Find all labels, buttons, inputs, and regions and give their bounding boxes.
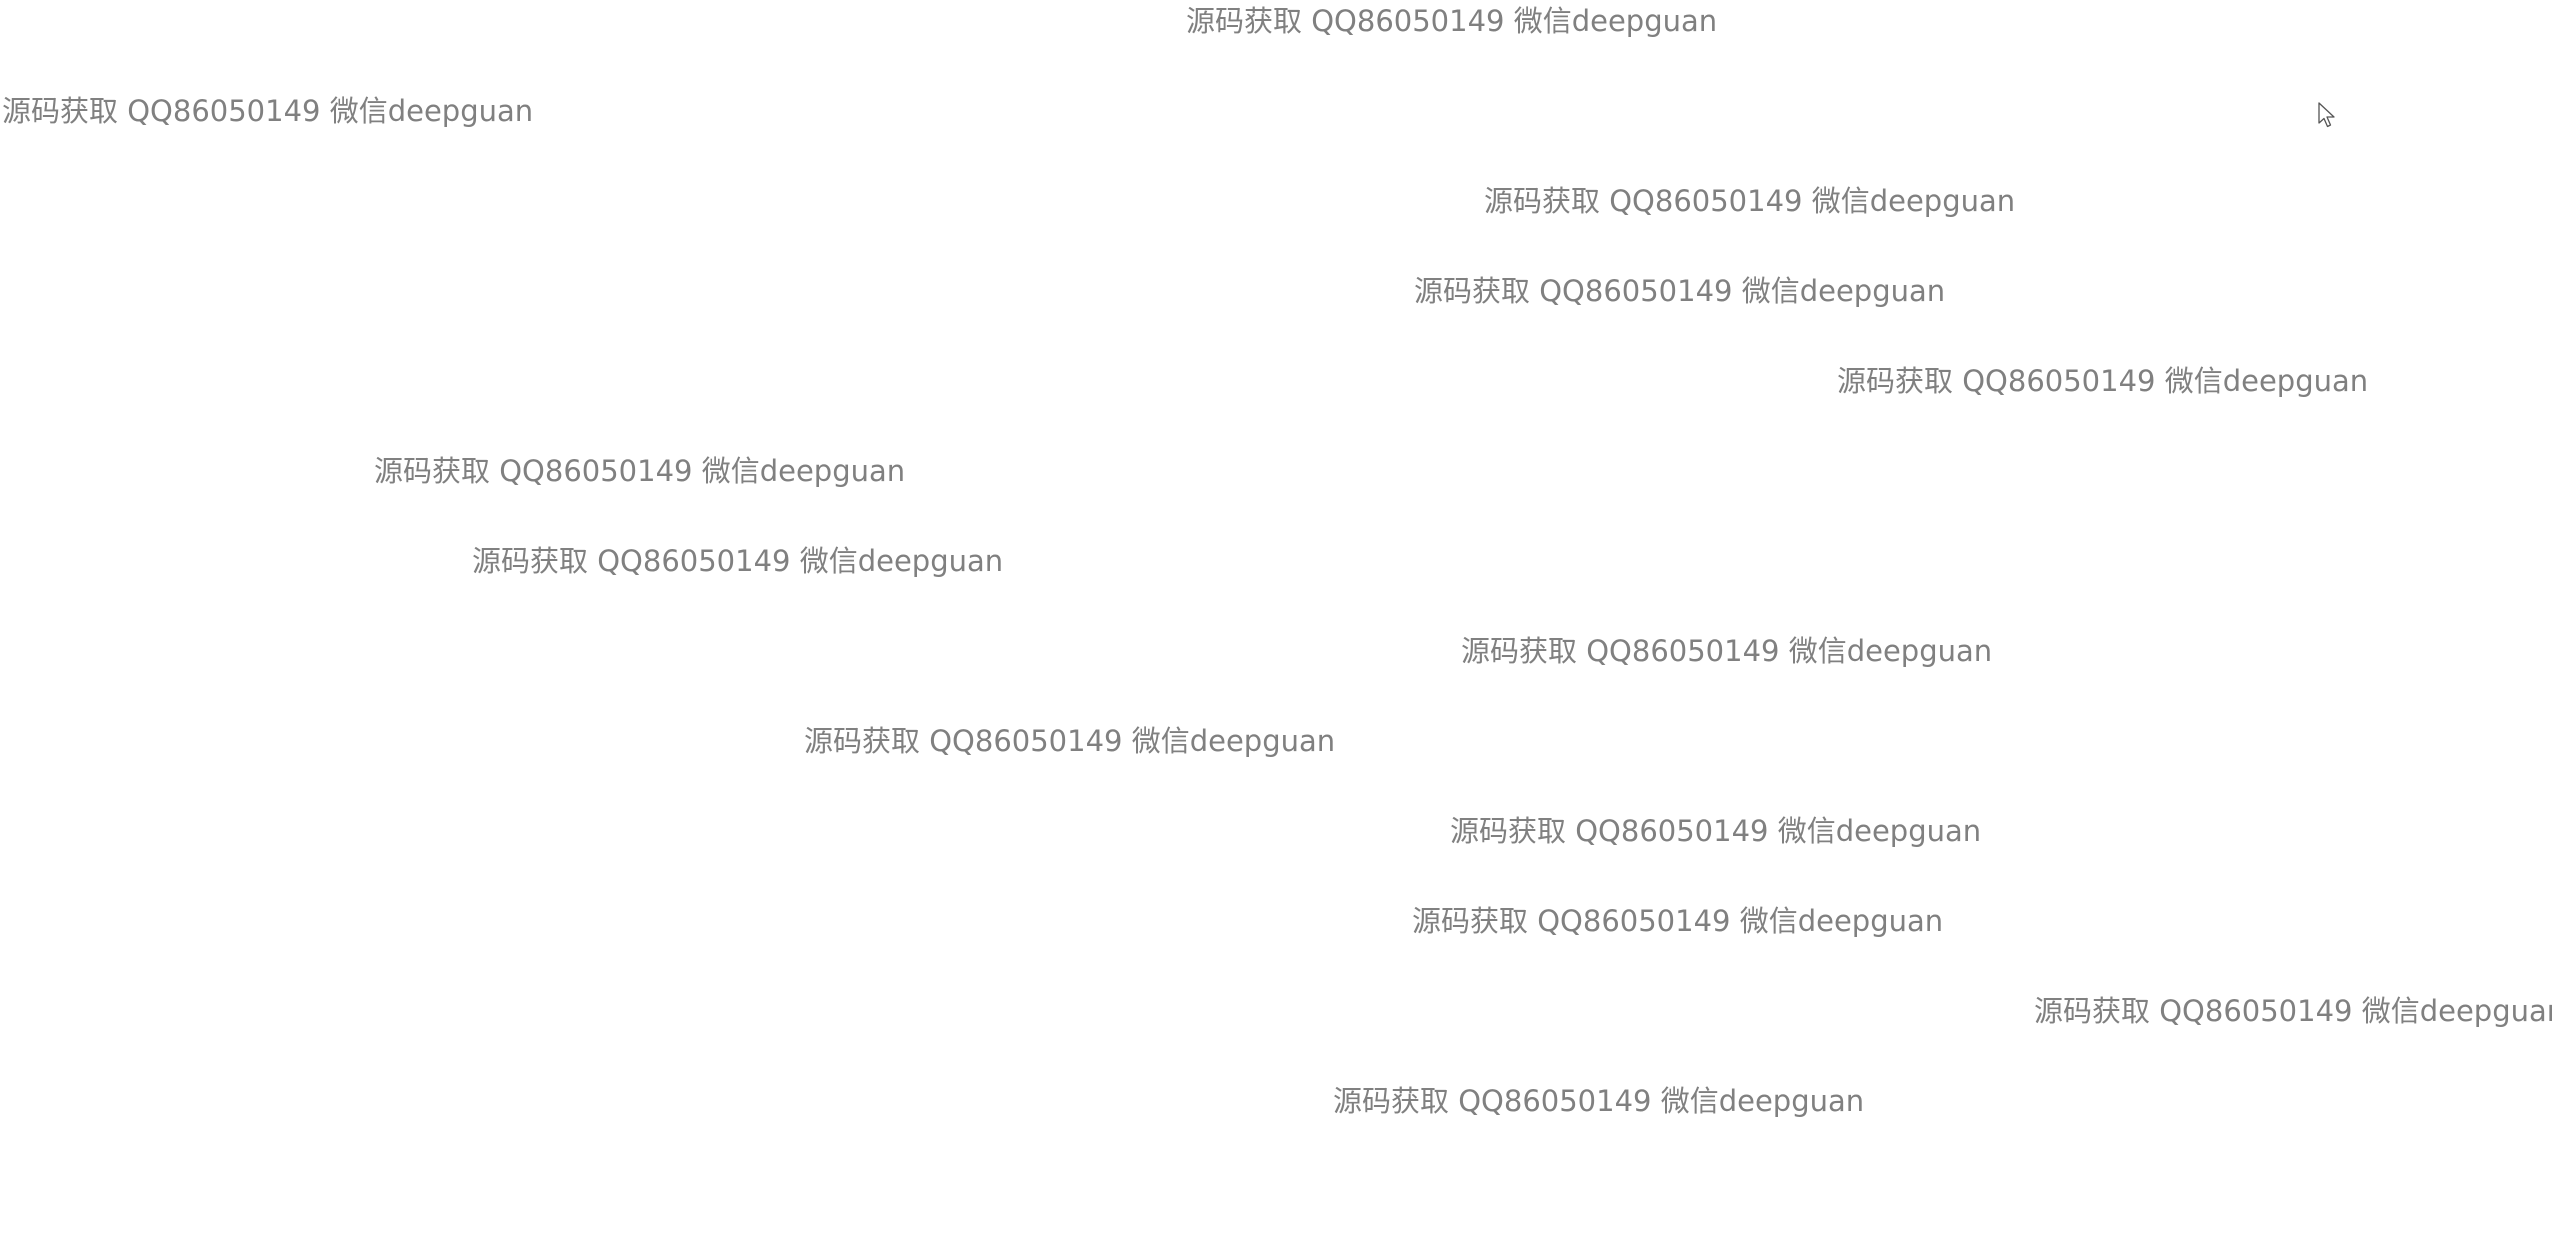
watermark-text: 源码获取 QQ86050149 微信deepguan xyxy=(1837,364,2369,398)
watermark-canvas: 源码获取 QQ86050149 微信deepguan 源码获取 QQ860501… xyxy=(0,0,2552,1252)
watermark-text: 源码获取 QQ86050149 微信deepguan xyxy=(1461,634,1993,668)
watermark-text: 源码获取 QQ86050149 微信deepguan xyxy=(2034,994,2552,1028)
watermark-text: 源码获取 QQ86050149 微信deepguan xyxy=(2,94,534,128)
watermark-text: 源码获取 QQ86050149 微信deepguan xyxy=(1414,274,1946,308)
watermark-text: 源码获取 QQ86050149 微信deepguan xyxy=(1333,1084,1865,1118)
watermark-text: 源码获取 QQ86050149 微信deepguan xyxy=(804,724,1336,758)
watermark-text: 源码获取 QQ86050149 微信deepguan xyxy=(1450,814,1982,848)
watermark-text: 源码获取 QQ86050149 微信deepguan xyxy=(1186,4,1718,38)
watermark-text: 源码获取 QQ86050149 微信deepguan xyxy=(1412,904,1944,938)
watermark-text: 源码获取 QQ86050149 微信deepguan xyxy=(472,544,1004,578)
pointer-arrow-icon xyxy=(2318,102,2335,128)
watermark-text: 源码获取 QQ86050149 微信deepguan xyxy=(374,454,906,488)
watermark-text: 源码获取 QQ86050149 微信deepguan xyxy=(1484,184,2016,218)
